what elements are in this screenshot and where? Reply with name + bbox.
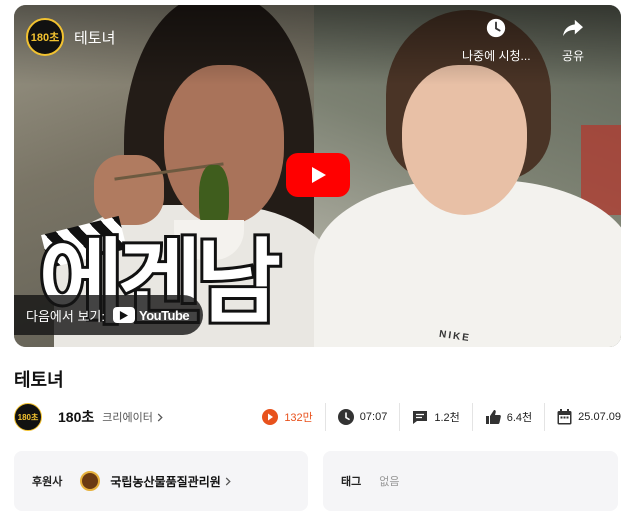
sponsor-logo xyxy=(80,471,101,491)
play-circle-icon xyxy=(262,409,279,425)
duration: 07:07 xyxy=(324,403,400,431)
comment-count-value: 1.2천 xyxy=(434,412,460,424)
video-player[interactable]: NIKE 에겐남 180초 테토녀 나중에 시청... 공유 다음에서 보기: … xyxy=(14,5,621,347)
upload-date: 25.07.09 xyxy=(544,403,621,431)
youtube-icon xyxy=(112,307,135,323)
play-icon xyxy=(312,167,326,183)
share-arrow-icon xyxy=(562,17,584,39)
channel-logo[interactable]: 180초 xyxy=(26,18,64,56)
duration-value: 07:07 xyxy=(359,411,388,423)
view-count: 132만 xyxy=(250,403,324,431)
share-label: 공유 xyxy=(562,49,585,63)
youtube-wordmark: YouTube xyxy=(138,307,190,323)
clock-icon xyxy=(485,17,507,39)
channel-role-link[interactable]: 크리에이터 xyxy=(102,409,163,425)
channel-name[interactable]: 180초 xyxy=(58,407,94,427)
channel-role-label: 크리에이터 xyxy=(102,412,153,424)
youtube-logo: YouTube xyxy=(112,307,190,323)
watch-later-button[interactable]: 나중에 시청... xyxy=(462,17,531,64)
page-title: 테토녀 xyxy=(14,370,64,390)
video-meta-row: 180초 180초 크리에이터 132만 07:07 1.2천 6.4천 25.… xyxy=(14,400,621,434)
like-count-value: 6.4천 xyxy=(506,412,533,424)
video-stats: 132만 07:07 1.2천 6.4천 25.07.09 xyxy=(250,403,621,431)
tag-card: 태그 없음 xyxy=(323,451,618,511)
sponsor-label: 후원사 xyxy=(32,476,63,488)
tag-value: 없음 xyxy=(379,476,400,488)
chevron-right-icon xyxy=(225,476,231,486)
chevron-right-icon xyxy=(157,412,163,422)
watch-later-label: 나중에 시청... xyxy=(462,49,531,63)
view-count-value: 132만 xyxy=(284,412,313,424)
calendar-icon xyxy=(557,409,572,425)
thumbs-up-icon xyxy=(485,410,501,424)
watch-on-label: 다음에서 보기: xyxy=(26,308,105,324)
like-count: 6.4천 xyxy=(471,403,544,431)
person-left-hand xyxy=(94,155,164,225)
comment-icon xyxy=(413,410,428,424)
watch-on-youtube-button[interactable]: 다음에서 보기: YouTube xyxy=(14,295,204,335)
person-right-face xyxy=(402,65,527,215)
comment-count: 1.2천 xyxy=(399,403,471,431)
video-title[interactable]: 테토녀 xyxy=(74,27,115,48)
sponsor-name: 국립농산물품질관리원 xyxy=(110,474,221,489)
sponsor-card: 후원사 국립농산물품질관리원 xyxy=(14,451,308,511)
upload-date-value: 25.07.09 xyxy=(578,411,621,423)
clock-icon xyxy=(337,409,354,425)
sponsor-link[interactable]: 국립농산물품질관리원 xyxy=(110,473,231,490)
share-button[interactable]: 공유 xyxy=(562,17,584,64)
tag-label: 태그 xyxy=(341,476,362,488)
avatar[interactable]: 180초 xyxy=(14,403,42,431)
play-button[interactable] xyxy=(286,153,350,197)
